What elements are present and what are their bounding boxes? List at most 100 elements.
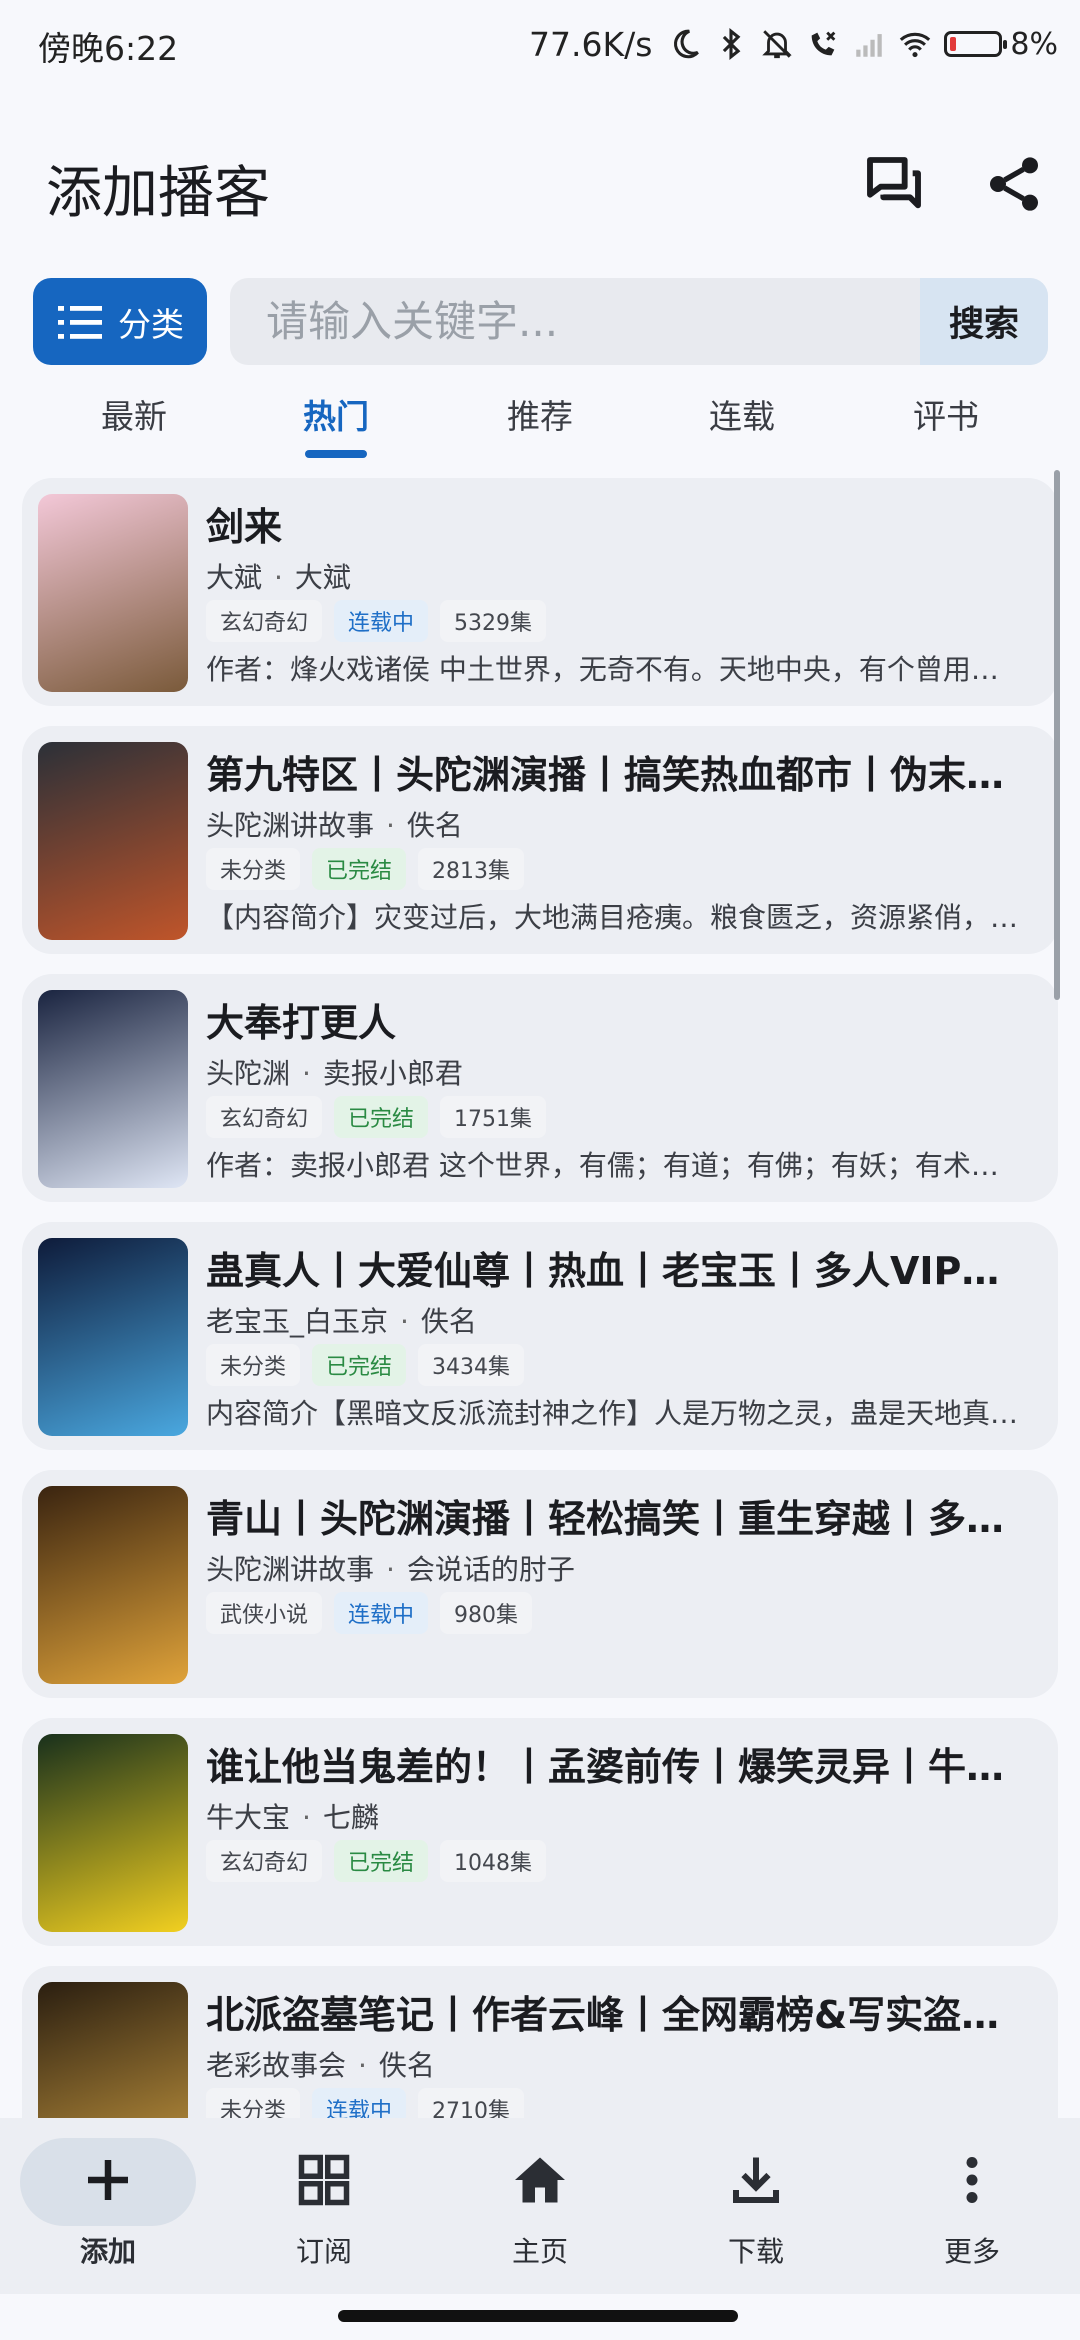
separator-dot: · [274, 561, 283, 594]
podcast-card[interactable]: 青山丨头陀渊演播丨轻松搞笑丨重生穿越丨多人有声剧头陀渊讲故事 · 会说话的肘子武侠小… [22, 1470, 1058, 1698]
home-icon [515, 2157, 565, 2203]
podcast-title: 谁让他当鬼差的！丨孟婆前传丨爆笑灵异丨牛大宝 [206, 1745, 1026, 1789]
podcast-author: 牛大宝 [206, 1801, 291, 1834]
wifi-icon [900, 32, 931, 58]
podcast-card[interactable]: 剑来 大斌 · 大斌 玄幻奇幻 连载中 5329集 作者：烽火戏诸侯 中土世界，无奇不有。天地… [22, 478, 1058, 706]
separator-dot: · [302, 1057, 311, 1090]
podcast-cover [38, 742, 188, 940]
podcast-card[interactable]: 谁让他当鬼差的！丨孟婆前传丨爆笑灵异丨牛大宝 牛大宝 · 七麟 玄幻奇幻 已完结 1048集 [22, 1718, 1058, 1946]
podcast-narrator: 佚名 [378, 2049, 435, 2082]
podcast-narrator: 大斌 [294, 561, 351, 594]
podcast-cover [38, 990, 188, 1188]
category-tabs: 最新 热门 推荐 连载 评书 [0, 380, 1080, 464]
podcast-tags: 玄幻奇幻 连载中 5329集 [206, 600, 547, 642]
podcast-tags: 未分类 连载中 2710集 [206, 2088, 525, 2118]
podcast-title: 剑来 [206, 505, 283, 549]
podcast-card[interactable]: 第九特区丨头陀渊演播丨搞笑热血都市丨伪末世丨多人有声剧头陀渊讲故事 · 佚名未分类已… [22, 726, 1058, 954]
search-input[interactable] [230, 278, 920, 365]
nav-label-add: 添加 [79, 2235, 136, 2268]
status-badge: 已完结 [334, 1096, 429, 1138]
podcast-card[interactable]: 北派盗墓笔记丨作者云峰丨全网霸榜&写实盗墓丨多人有声剧老彩故事会 · 佚名未分类连载… [22, 1966, 1058, 2118]
chat-icon[interactable] [862, 152, 926, 216]
nav-download[interactable]: 下载 [648, 2118, 864, 2294]
status-badge: 已完结 [312, 1344, 407, 1386]
separator-dot: · [302, 1801, 311, 1834]
tab-popular[interactable]: 热门 [256, 390, 416, 438]
podcast-authors: 头陀渊讲故事 · 佚名 [206, 804, 463, 844]
podcast-cover [38, 1238, 188, 1436]
category-badge: 未分类 [206, 1344, 301, 1386]
status-bar: 傍晚6:22 77.6K/s 8% [0, 0, 1080, 92]
grid-icon [298, 2154, 350, 2206]
tab-latest[interactable]: 最新 [54, 390, 214, 438]
nav-more[interactable]: 更多 [864, 2118, 1080, 2294]
nav-label-home: 主页 [511, 2235, 568, 2268]
podcast-narrator: 佚名 [420, 1305, 477, 1338]
podcast-cover [38, 1486, 188, 1684]
podcast-title: 北派盗墓笔记丨作者云峰丨全网霸榜&写实盗墓丨多人有声剧 [206, 1993, 1026, 2037]
tab-storytelling[interactable]: 评书 [866, 390, 1026, 438]
podcast-author: 头陀渊 [206, 1057, 291, 1090]
episode-count-badge: 1048集 [440, 1840, 547, 1882]
network-speed: 77.6K/s [528, 24, 653, 64]
separator-dot: · [386, 809, 395, 842]
podcast-authors: 大斌 · 大斌 [206, 556, 351, 596]
podcast-description: 内容简介【黑暗文反派流封神之作】人是万物之灵，蛊是天地真精。三观不正魔头重生 [206, 1397, 1026, 1430]
category-label: 分类 [118, 304, 184, 344]
podcast-title: 大奉打更人 [206, 1001, 397, 1045]
separator-dot: · [386, 1553, 395, 1586]
podcast-author: 头陀渊讲故事 [206, 1553, 375, 1586]
tab-indicator [305, 450, 367, 458]
mute-bell-icon [762, 30, 793, 59]
podcast-authors: 头陀渊讲故事 · 会说话的肘子 [206, 1548, 575, 1588]
nav-add[interactable]: 添加 [0, 2118, 216, 2294]
search-button[interactable]: 搜索 [920, 278, 1048, 365]
podcast-title: 蛊真人丨大爱仙尊丨热血丨老宝玉丨多人VIP有声剧 [206, 1249, 1026, 1293]
podcast-narrator: 会说话的肘子 [406, 1553, 575, 1586]
category-button[interactable]: 分类 [33, 278, 207, 365]
nav-label-download: 下载 [727, 2235, 784, 2268]
podcast-title: 青山丨头陀渊演播丨轻松搞笑丨重生穿越丨多人有声剧 [206, 1497, 1026, 1541]
status-badge: 已完结 [334, 1840, 429, 1882]
podcast-list[interactable]: 剑来 大斌 · 大斌 玄幻奇幻 连载中 5329集 作者：烽火戏诸侯 中土世界，无奇不有。天地… [0, 478, 1080, 2118]
podcast-narrator: 卖报小郎君 [322, 1057, 463, 1090]
home-indicator [338, 2310, 738, 2322]
search-bar: 搜索 [230, 278, 1048, 365]
episode-count-badge: 1751集 [440, 1096, 547, 1138]
category-badge: 玄幻奇幻 [206, 600, 323, 642]
nav-home[interactable]: 主页 [432, 2118, 648, 2294]
episode-count-badge: 3434集 [418, 1344, 525, 1386]
moon-icon [674, 29, 700, 59]
podcast-authors: 老彩故事会 · 佚名 [206, 2044, 435, 2084]
category-badge: 未分类 [206, 2088, 301, 2118]
podcast-tags: 武侠小说 连载中 980集 [206, 1592, 533, 1634]
battery-percent: 8% [1010, 26, 1058, 62]
download-icon [733, 2157, 779, 2203]
episode-count-badge: 2813集 [418, 848, 525, 890]
podcast-card[interactable]: 蛊真人丨大爱仙尊丨热血丨老宝玉丨多人VIP有声剧 老宝玉_白玉京 · 佚名 未分类 已完结… [22, 1222, 1058, 1450]
tab-serialized[interactable]: 连载 [662, 390, 822, 438]
nav-subscribe[interactable]: 订阅 [216, 2118, 432, 2294]
scrollbar[interactable] [1054, 470, 1060, 1000]
tab-recommended[interactable]: 推荐 [460, 390, 620, 438]
bottom-navigation: 添加 订阅 主页 下载 更多 [0, 2118, 1080, 2294]
podcast-tags: 未分类 已完结 2813集 [206, 848, 525, 890]
bluetooth-icon [723, 28, 741, 60]
podcast-author: 大斌 [206, 561, 263, 594]
status-badge: 连载中 [312, 2088, 407, 2118]
podcast-cover [38, 1982, 188, 2118]
podcast-card[interactable]: 大奉打更人 头陀渊 · 卖报小郎君 玄幻奇幻 已完结 1751集 作者：卖报小郎君 这个世界，… [22, 974, 1058, 1202]
podcast-author: 头陀渊讲故事 [206, 809, 375, 842]
episode-count-badge: 5329集 [440, 600, 547, 642]
episode-count-badge: 980集 [440, 1592, 533, 1634]
nav-label-more: 更多 [943, 2235, 1000, 2268]
podcast-tags: 玄幻奇幻 已完结 1048集 [206, 1840, 547, 1882]
podcast-cover [38, 494, 188, 692]
status-badge: 连载中 [334, 600, 429, 642]
share-icon[interactable] [982, 152, 1046, 216]
separator-dot: · [400, 1305, 409, 1338]
podcast-description: 作者：卖报小郎君 这个世界，有儒；有道；有佛；有妖；有术士。警校毕业的许七安 [206, 1149, 1026, 1182]
podcast-tags: 玄幻奇幻 已完结 1751集 [206, 1096, 547, 1138]
podcast-authors: 头陀渊 · 卖报小郎君 [206, 1052, 463, 1092]
podcast-tags: 未分类 已完结 3434集 [206, 1344, 525, 1386]
